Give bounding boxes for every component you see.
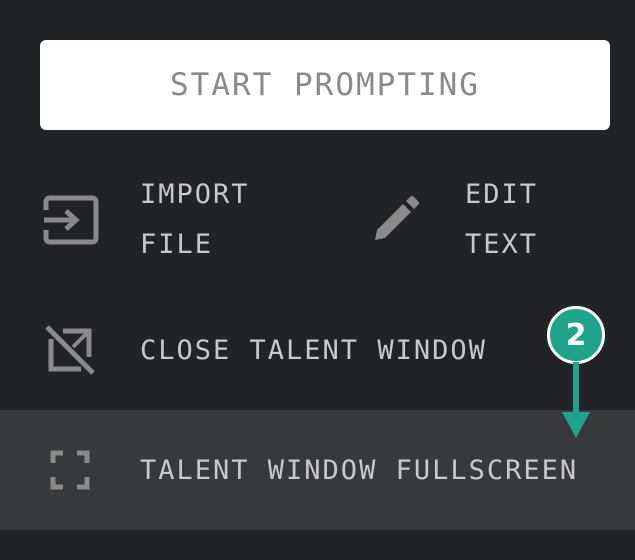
callout-number: 2 <box>565 317 587 353</box>
close-talent-window-item[interactable]: CLOSE TALENT WINDOW <box>40 315 600 385</box>
import-file-item[interactable]: IMPORT FILE <box>40 170 300 270</box>
menu-panel: START PROMPTING IMPORT FILE EDIT TEXT CL… <box>0 0 635 560</box>
close-window-icon <box>40 320 100 380</box>
pencil-icon <box>365 190 425 250</box>
callout-number-badge: 2 <box>547 306 605 364</box>
start-prompting-button[interactable]: START PROMPTING <box>40 40 610 130</box>
talent-window-fullscreen-label: TALENT WINDOW FULLSCREEN <box>140 454 579 486</box>
callout-arrow <box>562 362 590 438</box>
import-label-line1: IMPORT <box>140 179 250 210</box>
import-icon <box>40 190 100 250</box>
close-talent-window-label: CLOSE TALENT WINDOW <box>140 334 487 366</box>
edit-label-line2: TEXT <box>465 229 539 260</box>
edit-label-line1: EDIT <box>465 179 539 210</box>
start-prompting-label: START PROMPTING <box>170 67 480 103</box>
edit-text-item[interactable]: EDIT TEXT <box>365 170 615 270</box>
fullscreen-icon <box>40 440 100 500</box>
talent-window-fullscreen-item[interactable]: TALENT WINDOW FULLSCREEN <box>40 435 620 505</box>
import-label-line2: FILE <box>140 229 214 260</box>
